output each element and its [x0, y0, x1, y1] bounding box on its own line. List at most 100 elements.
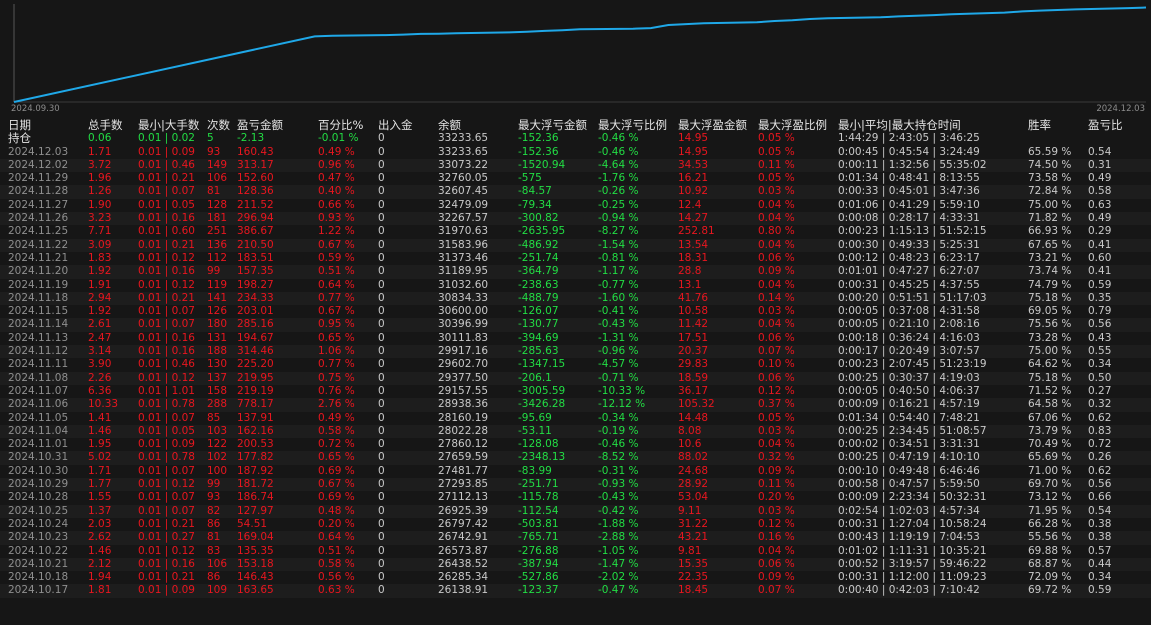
row-win-rate: 72.84 %	[1028, 185, 1072, 198]
position-lots: 0.06	[88, 132, 112, 145]
table-row[interactable]: 2024.11.27 1.90 0.01 | 0.05 128 211.52 0.66 %…	[0, 199, 1151, 212]
row-pnl: 203.01	[237, 305, 274, 318]
table-row[interactable]: 2024.11.13 2.47 0.01 | 0.16 131 194.67 0.65 %…	[0, 332, 1151, 345]
header-max-floating-loss-pct[interactable]: 最大浮亏比例	[598, 119, 667, 132]
row-profit-loss-ratio: 0.26	[1088, 451, 1112, 464]
row-holding-time: 0:00:30 | 0:49:33 | 5:25:31	[838, 238, 980, 251]
table-row[interactable]: 2024.12.02 3.72 0.01 | 0.46 149 313.17 0.96 %…	[0, 158, 1151, 173]
row-pnl: 162.16	[237, 424, 274, 437]
row-balance: 26138.91	[438, 584, 489, 597]
row-date: 2024.11.19	[8, 278, 69, 291]
header-date[interactable]: 日期	[8, 119, 31, 132]
table-row[interactable]: 2024.11.21 1.83 0.01 | 0.12 112 183.51 0.59 %…	[0, 252, 1151, 265]
row-count: 119	[207, 278, 228, 291]
row-deposit-withdrawal: 0	[378, 478, 385, 491]
table-row[interactable]: 2024.11.26 3.23 0.01 | 0.16 181 296.94 0.93 %…	[0, 212, 1151, 226]
row-profit-loss-ratio: 0.34	[1088, 571, 1112, 584]
table-row[interactable]: 2024.11.19 1.91 0.01 | 0.12 119 198.27 0.64 %…	[0, 279, 1151, 292]
table-row[interactable]: 2024.11.14 2.61 0.01 | 0.07 180 285.16 0.95 %…	[0, 318, 1151, 332]
row-win-rate: 65.69 %	[1028, 451, 1072, 464]
table-row[interactable]: 2024.10.25 1.37 0.01 | 0.07 82 127.97 0.48 % 0…	[0, 504, 1151, 518]
row-count: 100	[207, 464, 228, 477]
header-total-lots[interactable]: 总手数	[88, 119, 123, 132]
header-percent[interactable]: 百分比%	[318, 119, 363, 132]
row-deposit-withdrawal: 0	[378, 384, 385, 397]
row-balance: 27860.12	[438, 438, 489, 451]
row-balance: 28022.28	[438, 424, 489, 437]
row-win-rate: 65.59 %	[1028, 145, 1072, 158]
table-row[interactable]: 2024.11.07 6.36 0.01 | 1.01 158 219.19 0.76 %…	[0, 385, 1151, 398]
table-row[interactable]: 2024.11.29 1.96 0.01 | 0.21 106 152.60 0.47 %…	[0, 172, 1151, 185]
header-balance[interactable]: 余额	[438, 119, 461, 132]
row-win-rate: 71.82 %	[1028, 212, 1072, 225]
row-holding-time: 0:00:31 | 1:27:04 | 10:58:24	[838, 517, 987, 530]
equity-chart: 2024.09.30 2024.12.03	[0, 0, 1151, 118]
header-count[interactable]: 次数	[207, 119, 230, 132]
table-row[interactable]: 2024.11.01 1.95 0.01 | 0.09 122 200.53 0.72 %…	[0, 438, 1151, 451]
row-percent: 0.59 %	[318, 251, 355, 264]
table-row[interactable]: 2024.11.28 1.26 0.01 | 0.07 81 128.36 0.40 % 0…	[0, 185, 1151, 199]
row-max-floating-profit: 10.6	[678, 438, 702, 451]
row-pnl: 127.97	[237, 504, 274, 517]
row-pnl: 128.36	[237, 185, 274, 198]
table-row[interactable]: 2024.11.20 1.92 0.01 | 0.16 99 157.35 0.51 % 0…	[0, 265, 1151, 279]
row-balance: 31970.63	[438, 225, 489, 238]
row-max-floating-loss: -575	[518, 172, 542, 185]
table-row[interactable]: 2024.11.22 3.09 0.01 | 0.21 136 210.50 0.67 %…	[0, 238, 1151, 252]
table-row[interactable]: 2024.10.31 5.02 0.01 | 0.78 102 177.82 0.65 %…	[0, 451, 1151, 465]
row-date: 2024.11.15	[8, 305, 69, 318]
header-deposit-withdrawal[interactable]: 出入金	[378, 119, 413, 132]
header-pnl[interactable]: 盈亏金额	[237, 119, 283, 132]
position-count: 5	[207, 132, 214, 145]
row-max-floating-profit: 9.11	[678, 504, 702, 517]
table-row[interactable]: 2024.11.08 2.26 0.01 | 0.12 137 219.95 0.75 %…	[0, 371, 1151, 385]
table-row[interactable]: 2024.11.25 7.71 0.01 | 0.60 251 386.67 1.22 %…	[0, 225, 1151, 238]
table-row[interactable]: 2024.10.18 1.94 0.01 | 0.21 86 146.43 0.56 % 0…	[0, 571, 1151, 584]
row-min-max-lots: 0.01 | 0.07	[138, 491, 195, 504]
row-max-floating-loss: -2635.95	[518, 225, 566, 238]
table-row[interactable]: 2024.11.15 1.92 0.01 | 0.07 126 203.01 0.67 %…	[0, 305, 1151, 318]
row-max-floating-profit-pct: 0.10 %	[758, 358, 795, 371]
table-row[interactable]: 2024.12.03 1.71 0.01 | 0.09 93 160.43 0.49 % 0…	[0, 146, 1151, 159]
table-row[interactable]: 2024.10.23 2.62 0.01 | 0.27 81 169.04 0.64 % 0…	[0, 531, 1151, 545]
table-row[interactable]: 2024.10.29 1.77 0.01 | 0.12 99 181.72 0.67 % 0…	[0, 478, 1151, 492]
row-date: 2024.11.14	[8, 318, 69, 331]
table-row[interactable]: 2024.11.05 1.41 0.01 | 0.07 85 137.91 0.49 % 0…	[0, 412, 1151, 425]
table-row[interactable]: 2024.11.06 10.33 0.01 | 0.78 288 778.17 2.76 …	[0, 398, 1151, 412]
row-profit-loss-ratio: 0.44	[1088, 557, 1112, 570]
table-row[interactable]: 2024.11.18 2.94 0.01 | 0.21 141 234.33 0.77 %…	[0, 291, 1151, 306]
row-min-max-lots: 0.01 | 0.12	[138, 251, 195, 264]
row-balance: 29602.70	[438, 358, 489, 371]
header-max-floating-profit-pct[interactable]: 最大浮盈比例	[758, 119, 827, 132]
row-pnl: 211.52	[237, 198, 274, 211]
row-balance: 27293.85	[438, 478, 489, 491]
row-profit-loss-ratio: 0.54	[1088, 145, 1112, 158]
table-row[interactable]: 2024.10.24 2.03 0.01 | 0.21 86 54.51 0.20 % 0 2…	[0, 518, 1151, 531]
row-max-floating-profit-pct: 0.05 %	[758, 411, 795, 424]
row-date: 2024.11.08	[8, 371, 69, 384]
table-row[interactable]: 2024.10.21 2.12 0.01 | 0.16 106 153.18 0.58 %…	[0, 557, 1151, 572]
header-win-rate[interactable]: 胜率	[1028, 119, 1051, 132]
table-row[interactable]: 2024.10.28 1.55 0.01 | 0.07 93 186.74 0.69 % 0…	[0, 491, 1151, 504]
table-row[interactable]: 2024.11.11 3.90 0.01 | 0.46 130 225.20 0.77 %…	[0, 358, 1151, 371]
position-max-floating-loss-pct: -0.46 %	[598, 132, 639, 145]
header-max-floating-loss[interactable]: 最大浮亏金额	[518, 119, 587, 132]
row-balance: 30600.00	[438, 305, 489, 318]
header-profit-loss-ratio[interactable]: 盈亏比	[1088, 119, 1123, 132]
header-min-max-lots[interactable]: 最小|大手数	[138, 119, 199, 132]
row-profit-loss-ratio: 0.83	[1088, 424, 1112, 437]
header-max-floating-profit[interactable]: 最大浮盈金额	[678, 119, 747, 132]
table-row[interactable]: 2024.10.17 1.81 0.01 | 0.09 109 163.65 0.63 %…	[0, 584, 1151, 598]
position-percent: -0.01 %	[318, 132, 359, 145]
row-date: 2024.10.25	[8, 504, 69, 517]
table-row[interactable]: 2024.10.22 1.46 0.01 | 0.12 83 135.35 0.51 % 0…	[0, 545, 1151, 558]
header-holding-time[interactable]: 最小|平均|最大持仓时间	[838, 119, 961, 132]
table-row[interactable]: 2024.11.04 1.46 0.01 | 0.05 103 162.16 0.58 %…	[0, 424, 1151, 439]
table-row[interactable]: 2024.11.12 3.14 0.01 | 0.16 188 314.46 1.06 %…	[0, 345, 1151, 359]
row-deposit-withdrawal: 0	[378, 371, 385, 384]
row-percent: 0.76 %	[318, 384, 355, 397]
row-max-floating-loss-pct: -0.34 %	[598, 411, 639, 424]
row-win-rate: 64.58 %	[1028, 398, 1072, 411]
table-row[interactable]: 2024.10.30 1.71 0.01 | 0.07 100 187.92 0.69 %…	[0, 465, 1151, 478]
row-win-rate: 55.56 %	[1028, 531, 1072, 544]
